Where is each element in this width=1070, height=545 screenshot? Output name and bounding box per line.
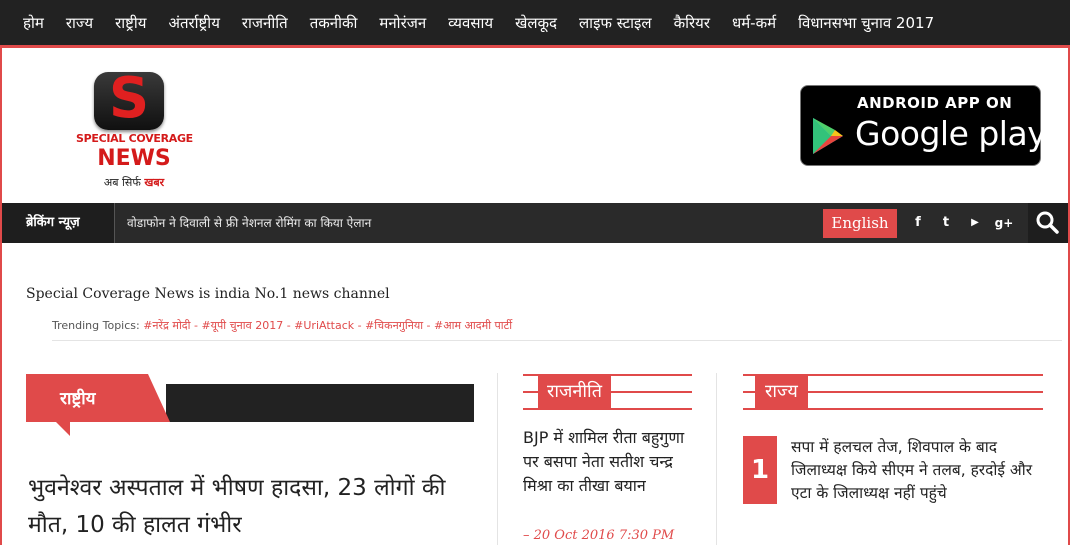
politics-story-date: – 20 Oct 2016 7:30 PM bbox=[523, 528, 675, 543]
breaking-news-ticker[interactable]: वोडाफोन ने दिवाली से फ्री नेशनल रोमिंग क… bbox=[114, 203, 371, 243]
nav-item-sports[interactable]: खेलकूद bbox=[504, 13, 568, 33]
section-header-national[interactable]: राष्ट्रीय bbox=[26, 374, 474, 436]
nav-item-national[interactable]: राष्ट्रीय bbox=[104, 13, 157, 33]
top-navigation: होम राज्य राष्ट्रीय अंतर्राष्ट्रीय राजनी… bbox=[0, 0, 1070, 48]
politics-story-link[interactable]: BJP में शामिल रीता बहुगुणा पर बसपा नेता … bbox=[523, 426, 693, 498]
logo-tagline: अब सिर्फ खबर bbox=[103, 176, 165, 189]
badge-line-1: ANDROID APP ON bbox=[857, 94, 1013, 112]
play-store-icon bbox=[813, 118, 843, 154]
english-button[interactable]: English bbox=[823, 209, 897, 238]
trending-label: Trending Topics: bbox=[52, 319, 140, 332]
section-header-politics[interactable]: राजनीति bbox=[523, 374, 692, 410]
breaking-news-bar: ब्रेकिंग न्यूज़ वोडाफोन ने दिवाली से फ्र… bbox=[2, 203, 1068, 243]
google-play-badge[interactable]: ANDROID APP ON Google play bbox=[800, 85, 1047, 166]
logo-line-1: SPECIAL COVERAGE bbox=[76, 132, 193, 145]
search-icon bbox=[1036, 211, 1059, 234]
site-logo[interactable]: S SPECIAL COVERAGE NEWS अब सिर्फ खबर bbox=[76, 66, 193, 192]
nav-item-politics[interactable]: राजनीति bbox=[231, 13, 299, 33]
nav-item-elections-2017[interactable]: विधानसभा चुनाव 2017 bbox=[787, 13, 945, 33]
nav-item-international[interactable]: अंतर्राष्ट्रीय bbox=[158, 13, 231, 33]
nav-item-home[interactable]: होम bbox=[12, 13, 55, 33]
nav-item-lifestyle[interactable]: लाइफ स्टाइल bbox=[568, 13, 663, 33]
youtube-icon[interactable]: ▶ bbox=[964, 203, 986, 243]
state-story-link[interactable]: सपा में हलचल तेज, शिवपाल के बाद जिलाध्यक… bbox=[743, 436, 1048, 506]
nav-item-career[interactable]: कैरियर bbox=[663, 13, 721, 33]
nav-item-religion[interactable]: धर्म-कर्म bbox=[721, 13, 787, 33]
section-header-tail bbox=[56, 422, 70, 436]
badge-line-2: Google play bbox=[855, 114, 1047, 153]
column-divider bbox=[497, 373, 498, 545]
story-number-badge: 1 bbox=[743, 436, 777, 504]
nav-item-technology[interactable]: तकनीकी bbox=[299, 13, 369, 33]
facebook-icon[interactable]: f bbox=[907, 203, 929, 243]
section-title: राजनीति bbox=[538, 376, 611, 408]
nav-item-entertainment[interactable]: मनोरंजन bbox=[368, 13, 437, 33]
section-header-tab bbox=[26, 374, 170, 422]
section-header-state[interactable]: राज्य bbox=[743, 374, 1043, 410]
section-title: राष्ट्रीय bbox=[60, 389, 96, 409]
twitter-icon[interactable]: t bbox=[935, 203, 957, 243]
logo-line-2: NEWS bbox=[97, 146, 171, 171]
section-title: राज्य bbox=[755, 376, 808, 408]
divider bbox=[52, 340, 1062, 341]
breaking-news-label: ब्रेकिंग न्यूज़ bbox=[2, 203, 114, 243]
site-tagline: Special Coverage News is india No.1 news… bbox=[26, 286, 390, 302]
search-button[interactable] bbox=[1028, 203, 1068, 243]
trending-topics: Trending Topics: #नरेंद्र मोदी - #यूपी च… bbox=[52, 318, 512, 333]
column-divider bbox=[716, 373, 717, 545]
nav-item-state[interactable]: राज्य bbox=[55, 13, 104, 33]
nav-item-business[interactable]: व्यवसाय bbox=[437, 13, 504, 33]
google-plus-icon[interactable]: g+ bbox=[993, 203, 1015, 243]
logo-emblem: S bbox=[94, 66, 164, 131]
national-headline[interactable]: भुवनेश्वर अस्पताल में भीषण हादसा, 23 लोग… bbox=[28, 470, 488, 544]
trending-tags[interactable]: #नरेंद्र मोदी - #यूपी चुनाव 2017 - #UriA… bbox=[143, 319, 512, 332]
section-header-bar bbox=[166, 384, 474, 422]
